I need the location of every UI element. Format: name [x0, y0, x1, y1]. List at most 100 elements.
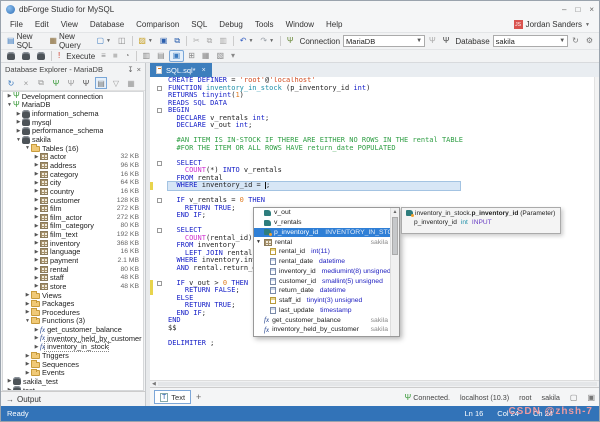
expand-icon[interactable]: ▶: [24, 353, 31, 359]
minimize-button[interactable]: –: [562, 5, 566, 14]
tree-item-information-schema[interactable]: ▶information_schema: [3, 109, 143, 118]
expand-icon[interactable]: ▶: [24, 301, 31, 307]
new-query-button[interactable]: ▦New Query: [46, 31, 92, 51]
fold-toggle-icon[interactable]: [157, 108, 162, 113]
menu-comparison[interactable]: Comparison: [130, 20, 185, 29]
collapse-icon[interactable]: ▼: [15, 137, 22, 143]
tree-item-category[interactable]: ▶category16 KB: [3, 170, 143, 179]
expand-icon[interactable]: ▶: [33, 257, 40, 263]
tree-item-inventory-in-stock[interactable]: ▶fxinventory_in_stock: [3, 343, 143, 352]
refresh-icon[interactable]: ↻: [5, 77, 17, 89]
expand-icon[interactable]: ▶: [24, 292, 31, 298]
copy-button[interactable]: ⧉: [204, 36, 216, 46]
expand-icon[interactable]: ▶: [33, 344, 40, 350]
open-file-button[interactable]: ▨▼: [135, 36, 156, 46]
code-line-10[interactable]: #FOR THE ITEM OR ALL ROWS HAVE return_da…: [150, 145, 599, 153]
tree-item-mysql[interactable]: ▶mysql: [3, 118, 143, 127]
collapse-icon[interactable]: ▼: [6, 102, 13, 108]
refresh-database-button[interactable]: ↻: [569, 36, 582, 46]
code-line-15[interactable]: WHERE inventory_id = ;: [150, 182, 599, 190]
fold-toggle-icon[interactable]: [157, 86, 162, 91]
new-project-button[interactable]: ◫: [115, 36, 129, 46]
tree-item-film-category[interactable]: ▶film_category80 KB: [3, 222, 143, 231]
suggestion-v-rentals[interactable]: v_rentals: [254, 218, 390, 228]
explain-button[interactable]: ▤: [154, 51, 168, 61]
save-button[interactable]: ▣: [157, 36, 171, 46]
expand-icon[interactable]: ▶: [24, 361, 31, 367]
output-panel-tab[interactable]: → Output: [1, 391, 145, 406]
fold-toggle-icon[interactable]: [157, 228, 162, 233]
disconnect-button[interactable]: Ψ: [440, 36, 453, 46]
user-chip[interactable]: JS Jordan Sanders ▼: [514, 20, 596, 29]
tree-item-sakila[interactable]: ▼sakila: [3, 135, 143, 144]
tab-close-icon[interactable]: ×: [200, 67, 206, 74]
expand-icon[interactable]: ▶: [24, 370, 31, 376]
stop-button[interactable]: ■: [110, 51, 121, 61]
suggestion-inventory-id[interactable]: inventory_idmediumint(8) unsigned: [254, 267, 390, 277]
tree-item-views[interactable]: ▶Views: [3, 291, 143, 300]
tree-item-sakila-test[interactable]: ▶sakila_test: [3, 377, 143, 386]
editor-vertical-scrollbar[interactable]: [594, 77, 599, 380]
menu-edit[interactable]: Edit: [29, 20, 55, 29]
suggestion-customer-id[interactable]: customer_idsmallint(5) unsigned: [254, 276, 390, 286]
expand-icon[interactable]: ▶: [33, 188, 40, 194]
code-line-36[interactable]: DELIMITER ;: [150, 340, 599, 348]
tree-item-language[interactable]: ▶language16 KB: [3, 248, 143, 257]
tree-item-payment[interactable]: ▶payment2.1 MB: [3, 256, 143, 265]
expand-icon[interactable]: ▶: [33, 223, 40, 229]
expand-icon[interactable]: ▶: [33, 275, 40, 281]
suggestion-last-update[interactable]: last_updatetimestamp: [254, 306, 390, 316]
connection-select[interactable]: MariaDB▼: [343, 35, 425, 47]
expand-icon[interactable]: ▶: [33, 232, 40, 238]
tree-item-film[interactable]: ▶film272 KB: [3, 204, 143, 213]
expand-icon[interactable]: ▶: [33, 283, 40, 289]
suggestion-inventory-held-by-customer[interactable]: fxinventory_held_by_customersakila: [254, 325, 390, 335]
connection-plug-icon[interactable]: Ψ: [284, 36, 297, 46]
expand-icon[interactable]: ▶: [33, 206, 40, 212]
data-compare-icon[interactable]: [19, 51, 33, 61]
document-tab-sql[interactable]: SQL.sql* ×: [150, 63, 212, 77]
security-manager-button[interactable]: ⚙: [583, 36, 596, 46]
tree-item-address[interactable]: ▶address96 KB: [3, 161, 143, 170]
popup-scrollbar[interactable]: ▲: [390, 208, 399, 336]
tree-item-tables-16-[interactable]: ▼Tables (16): [3, 144, 143, 153]
paste-button[interactable]: ▥: [216, 36, 230, 46]
suggestion-rental-id[interactable]: rental_idint(11): [254, 247, 390, 257]
expand-icon[interactable]: ▶: [15, 111, 22, 117]
delete-icon[interactable]: ×: [20, 77, 32, 89]
filter-icon[interactable]: ▽: [110, 77, 122, 89]
tree-item-city[interactable]: ▶city64 KB: [3, 178, 143, 187]
database-select[interactable]: sakila▼: [493, 35, 569, 47]
tree-item-customer[interactable]: ▶customer128 KB: [3, 196, 143, 205]
collapse-icon[interactable]: ▼: [24, 145, 31, 151]
tree-item-mariadb[interactable]: ▼ΨMariaDB: [3, 101, 143, 110]
scroll-up-icon[interactable]: ▲: [391, 208, 399, 216]
expand-icon[interactable]: ▶: [33, 214, 40, 220]
expand-icon[interactable]: ▶: [33, 197, 40, 203]
tree-item-functions-3-[interactable]: ▼Functions (3): [3, 317, 143, 326]
editor-horizontal-scrollbar[interactable]: ◀: [150, 380, 599, 387]
new-document-button[interactable]: ▢▼: [93, 36, 114, 46]
close-button[interactable]: ×: [589, 5, 594, 14]
tree-item-procedures[interactable]: ▶Procedures: [3, 308, 143, 317]
results-grid-button[interactable]: ⊞: [185, 51, 198, 61]
pin-icon[interactable]: ↧: [127, 65, 133, 74]
suggestion-staff-id[interactable]: staff_idtinyint(3) unsigned: [254, 296, 390, 306]
code-line-11[interactable]: [150, 152, 599, 160]
tree-item-film-actor[interactable]: ▶film_actor272 KB: [3, 213, 143, 222]
expand-icon[interactable]: ▶: [24, 309, 31, 315]
text-view-tab[interactable]: T Text: [154, 390, 191, 404]
menu-tools[interactable]: Tools: [249, 20, 280, 29]
code-line-7[interactable]: DECLARE v_out int;: [150, 122, 599, 130]
expand-icon[interactable]: ▶: [15, 128, 22, 134]
fold-toggle-icon[interactable]: [157, 161, 162, 166]
tree-item-country[interactable]: ▶country16 KB: [3, 187, 143, 196]
scrollbar-thumb[interactable]: [392, 217, 398, 255]
code-line-4[interactable]: READS SQL DATA: [150, 100, 599, 108]
tree-item-get-customer-balance[interactable]: ▶fxget_customer_balance: [3, 325, 143, 334]
expand-icon[interactable]: ▶: [33, 335, 40, 341]
tree-item-film-text[interactable]: ▶film_text192 KB: [3, 230, 143, 239]
pivot-button[interactable]: ▦: [199, 51, 213, 61]
expand-icon[interactable]: ▶: [33, 327, 40, 333]
hscroll-track[interactable]: [158, 382, 597, 386]
